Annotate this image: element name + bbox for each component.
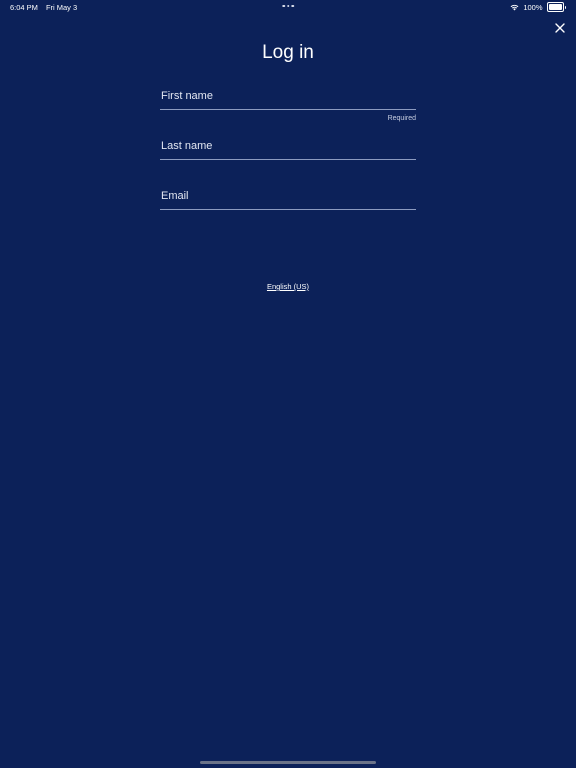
language-selector-container: English (US): [0, 282, 576, 291]
battery-icon: [546, 2, 566, 12]
battery-tip: [564, 5, 566, 9]
battery-percent: 100%: [523, 2, 543, 12]
dot: [286, 4, 290, 7]
required-hint: Required: [387, 115, 416, 122]
last-name-field-container: [160, 136, 416, 186]
language-selector-link[interactable]: English (US): [267, 282, 309, 291]
home-indicator[interactable]: [200, 761, 376, 764]
status-time: 6:04 PM: [10, 3, 38, 12]
first-name-input[interactable]: [160, 88, 416, 110]
close-button[interactable]: [552, 20, 568, 36]
last-name-input[interactable]: [160, 138, 416, 160]
email-input[interactable]: [160, 188, 416, 210]
status-bar: 6:04 PM Fri May 3 100%: [0, 0, 576, 14]
battery-fill: [548, 4, 562, 10]
status-right: 100%: [510, 2, 566, 12]
dot: [282, 4, 285, 7]
first-name-field-container: Required: [160, 86, 416, 136]
dot: [291, 4, 294, 7]
status-date: Fri May 3: [45, 3, 78, 12]
login-form: Required: [160, 86, 416, 236]
battery-body: [546, 2, 564, 12]
status-left: 6:04 PM Fri May 3: [10, 3, 77, 12]
login-screen: 6:04 PM Fri May 3 100% Log in First name…: [0, 0, 576, 768]
email-field-container: [160, 186, 416, 236]
close-icon: [555, 23, 565, 33]
page-title: Log in: [262, 42, 314, 63]
wifi-icon: [510, 4, 519, 11]
multitasking-dots-icon[interactable]: [282, 3, 294, 7]
